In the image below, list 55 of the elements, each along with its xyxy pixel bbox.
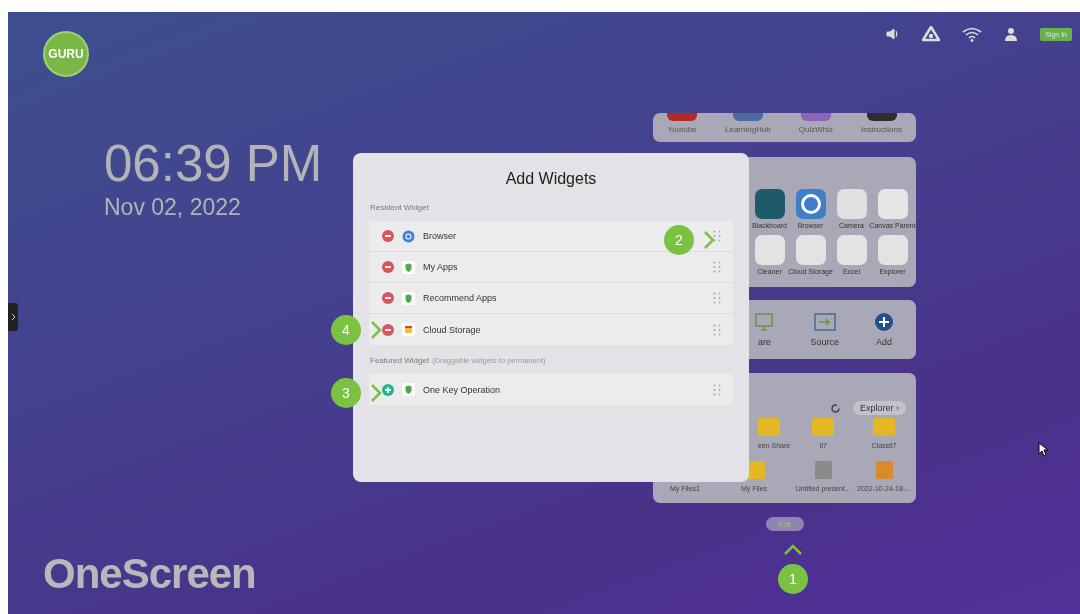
drag-handle-icon[interactable] xyxy=(713,383,721,396)
dialog-title: Add Widgets xyxy=(504,170,598,188)
chevron-icon xyxy=(10,313,16,321)
explorer-button[interactable]: Explorer › xyxy=(853,401,906,415)
widget-row[interactable]: One Key Operation xyxy=(369,374,733,405)
section-title: Featured Widget xyxy=(370,356,430,365)
source-icon[interactable] xyxy=(812,312,837,332)
app-label[interactable]: LearningHub xyxy=(725,125,771,134)
app-label[interactable]: QuizWhiz xyxy=(798,125,834,134)
guru-logo: GURU xyxy=(43,31,89,77)
action-label[interactable]: Source xyxy=(810,337,839,347)
user-icon[interactable] xyxy=(1004,27,1019,41)
step-number-badge: 1 xyxy=(778,564,808,594)
clock-time: 06:39 PM xyxy=(104,136,323,192)
remove-icon[interactable] xyxy=(382,292,394,304)
action-label[interactable]: Add xyxy=(876,337,892,347)
shield-icon xyxy=(402,383,415,396)
step-number-badge: 3 xyxy=(331,378,361,408)
app-label[interactable]: Youtube xyxy=(667,125,697,134)
mouse-cursor-icon xyxy=(1038,442,1048,457)
remove-icon[interactable] xyxy=(382,323,394,336)
wifi-icon[interactable] xyxy=(962,26,983,42)
add-icon[interactable] xyxy=(874,312,894,332)
app-icon[interactable] xyxy=(866,113,897,121)
drag-handle-icon[interactable] xyxy=(713,323,721,336)
drag-handle-icon[interactable] xyxy=(713,261,721,273)
refresh-icon[interactable] xyxy=(830,402,841,414)
remove-icon[interactable] xyxy=(382,261,394,273)
browser-icon[interactable] xyxy=(795,189,826,219)
side-handle[interactable] xyxy=(8,303,18,331)
widget-row[interactable]: Recommend Apps xyxy=(369,283,733,314)
speaker-icon[interactable] xyxy=(886,27,901,41)
chevron-up-icon xyxy=(783,544,803,556)
chevron-right-icon xyxy=(703,230,715,250)
triangle-icon[interactable] xyxy=(922,26,941,42)
widget-row[interactable]: My Apps xyxy=(369,252,733,283)
screen-share-icon[interactable] xyxy=(753,312,776,332)
remove-icon[interactable] xyxy=(382,230,394,242)
brand-logo: OneScreen xyxy=(43,550,256,598)
file-icon[interactable] xyxy=(814,461,832,479)
shield-icon xyxy=(402,260,415,274)
drag-handle-icon[interactable] xyxy=(713,230,721,242)
clock-date: Nov 02, 2022 xyxy=(104,194,242,221)
drag-handle-icon[interactable] xyxy=(713,292,721,304)
section-title: Resident Widget xyxy=(370,203,429,212)
app-label[interactable]: Instructions xyxy=(861,125,902,134)
chevron-right-icon xyxy=(370,383,382,403)
step-number-badge: 4 xyxy=(331,315,361,345)
widget-row[interactable]: Cloud Storage xyxy=(369,314,733,345)
action-label[interactable]: are xyxy=(757,337,771,347)
shield-icon xyxy=(402,291,415,305)
browser-icon xyxy=(402,229,415,243)
app-icon[interactable] xyxy=(667,113,697,121)
image-file-icon[interactable] xyxy=(875,461,893,479)
chevron-right-icon xyxy=(370,320,382,340)
